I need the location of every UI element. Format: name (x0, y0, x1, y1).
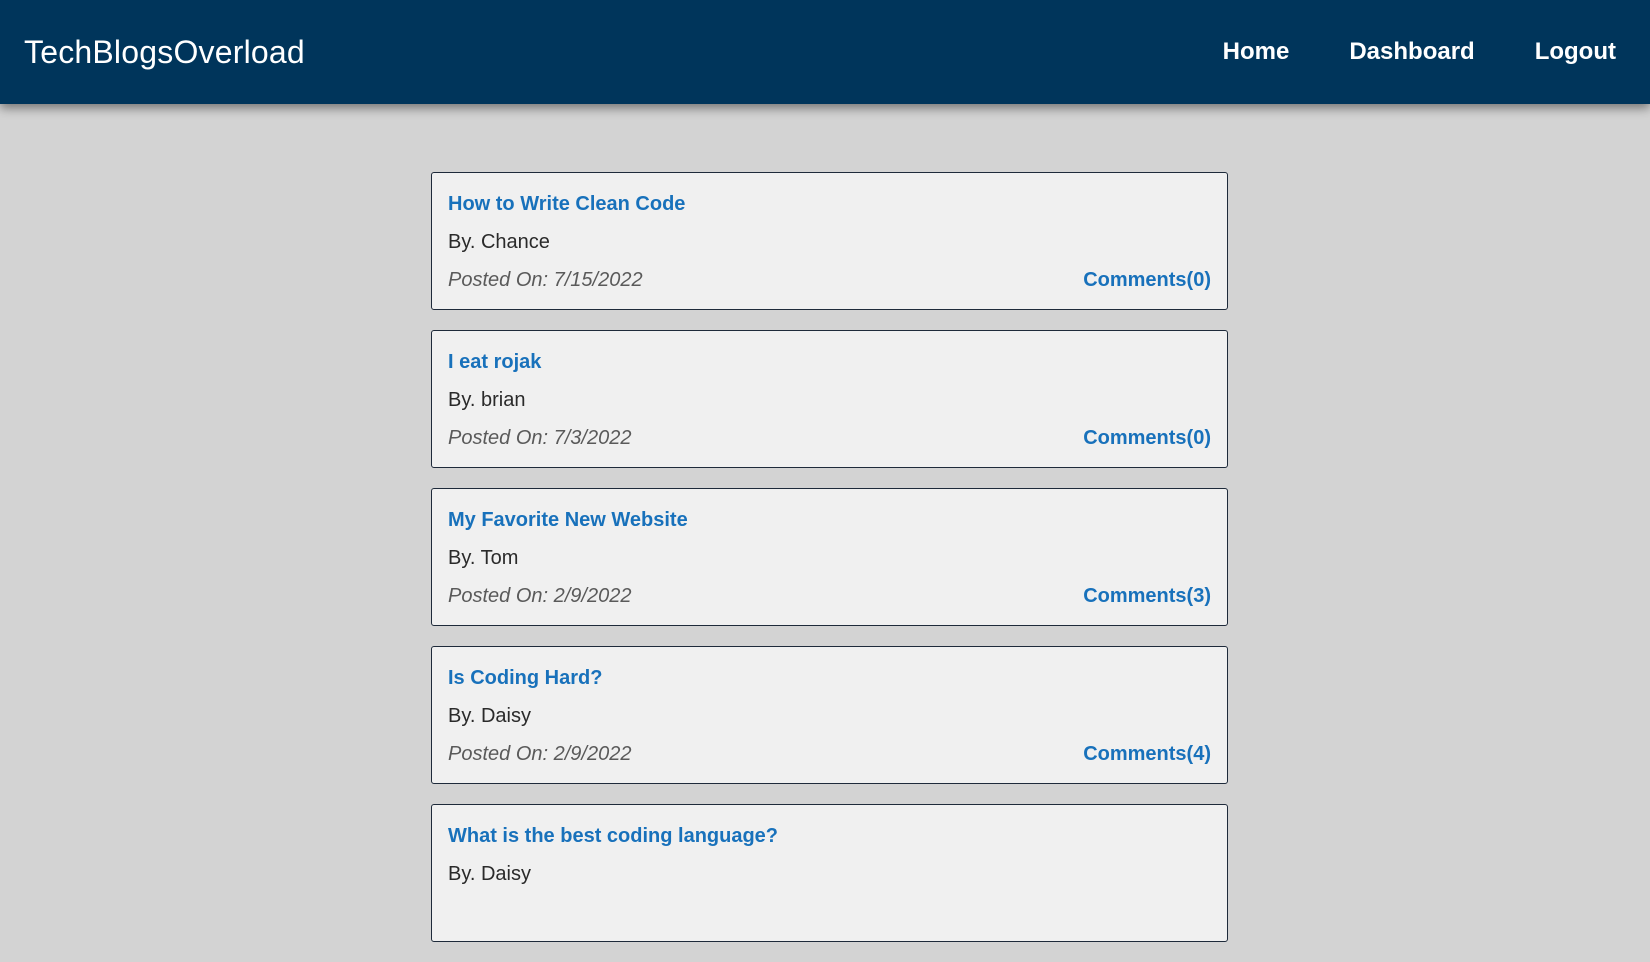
post-title-link[interactable]: My Favorite New Website (448, 509, 688, 532)
post-author: By. Chance (448, 231, 550, 253)
post-comments-link[interactable]: Comments(4) (1083, 743, 1211, 766)
post-author: By. Daisy (448, 863, 531, 885)
post-author: By. brian (448, 389, 526, 411)
post-comments-link[interactable]: Comments(0) (1083, 427, 1211, 450)
post-card: Is Coding Hard? By. Daisy Posted On: 2/9… (431, 646, 1228, 784)
post-date: Posted On: 2/9/2022 (448, 585, 632, 607)
post-date: Posted On: 7/15/2022 (448, 269, 643, 291)
top-navbar: TechBlogsOverload Home Dashboard Logout (0, 0, 1650, 104)
post-comments-link[interactable]: Comments(0) (1083, 269, 1211, 292)
main-nav: Home Dashboard Logout (1223, 0, 1616, 104)
post-title-link[interactable]: Is Coding Hard? (448, 667, 602, 690)
post-author: By. Daisy (448, 705, 531, 727)
post-card: How to Write Clean Code By. Chance Poste… (431, 172, 1228, 310)
post-date: Posted On: 7/3/2022 (448, 427, 632, 449)
nav-home-link[interactable]: Home (1223, 38, 1290, 66)
post-feed: How to Write Clean Code By. Chance Poste… (431, 172, 1228, 962)
post-title-link[interactable]: I eat rojak (448, 351, 541, 374)
nav-logout-link[interactable]: Logout (1535, 38, 1616, 66)
post-card: I eat rojak By. brian Posted On: 7/3/202… (431, 330, 1228, 468)
post-author: By. Tom (448, 547, 519, 569)
site-brand[interactable]: TechBlogsOverload (24, 0, 305, 104)
post-title-link[interactable]: What is the best coding language? (448, 825, 778, 848)
post-date: Posted On: 2/9/2022 (448, 743, 632, 765)
post-card: My Favorite New Website By. Tom Posted O… (431, 488, 1228, 626)
post-comments-link[interactable]: Comments(3) (1083, 585, 1211, 608)
post-card: What is the best coding language? By. Da… (431, 804, 1228, 942)
post-title-link[interactable]: How to Write Clean Code (448, 193, 685, 216)
nav-dashboard-link[interactable]: Dashboard (1349, 38, 1474, 66)
